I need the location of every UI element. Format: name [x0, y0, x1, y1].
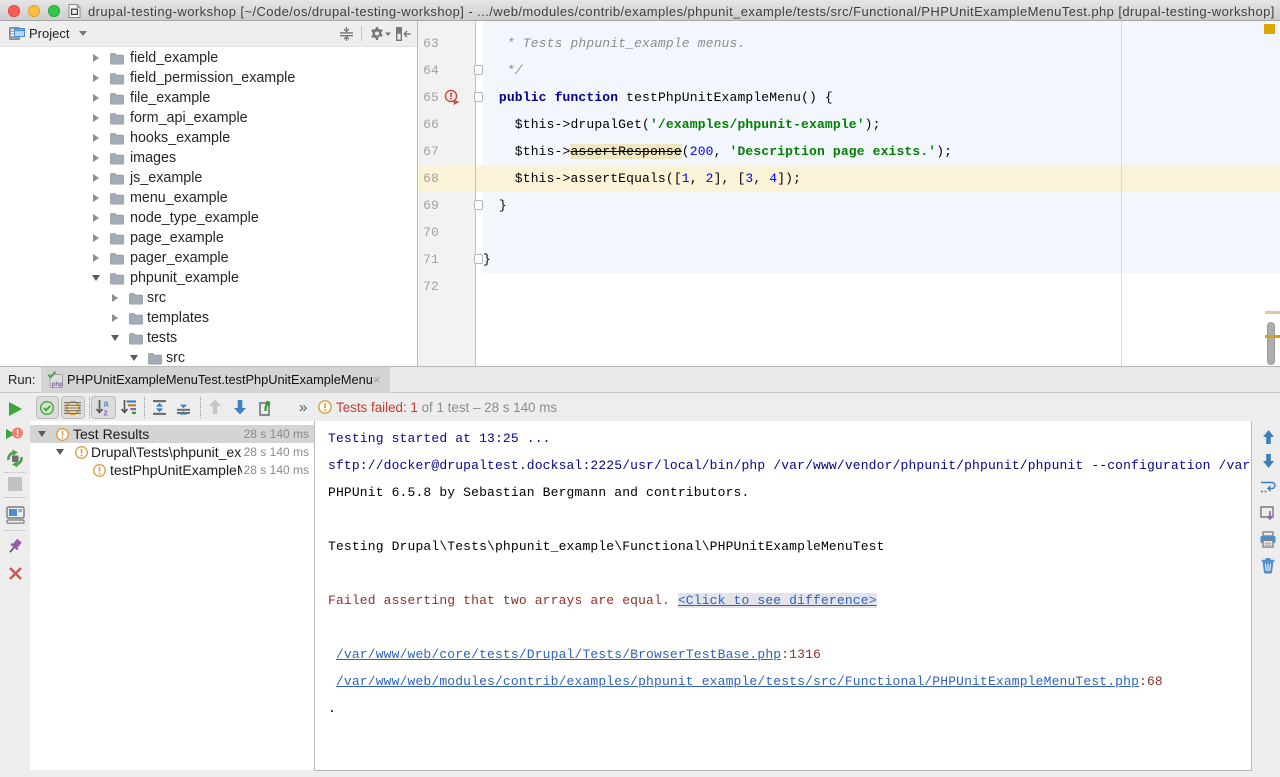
svg-text:z: z — [104, 408, 109, 417]
svg-text:php: php — [52, 381, 64, 388]
